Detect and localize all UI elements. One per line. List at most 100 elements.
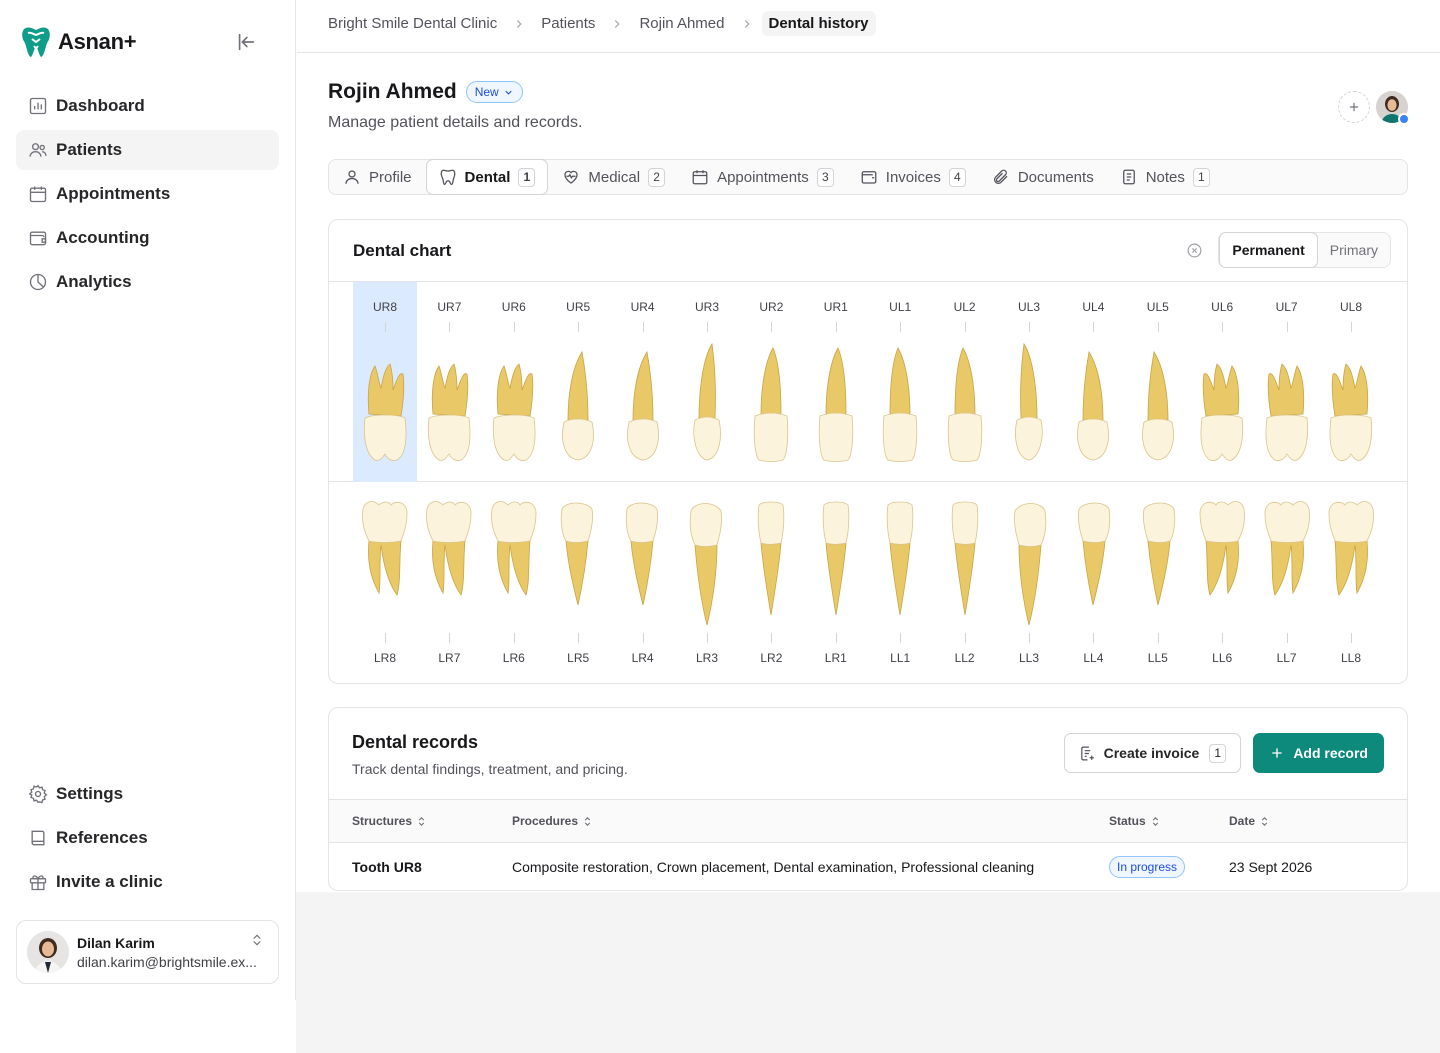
tooth-lr5[interactable]: LR5: [546, 483, 610, 683]
tab-profile[interactable]: Profile: [331, 160, 424, 194]
wallet-icon: [861, 171, 877, 184]
tooth-root: [632, 350, 653, 421]
column-procedures[interactable]: Procedures: [512, 814, 593, 828]
tooth-ll3[interactable]: LL3: [997, 483, 1061, 683]
dentition-permanent-button[interactable]: Permanent: [1219, 232, 1318, 268]
tooth-image: [754, 347, 789, 462]
tooth-ur8[interactable]: UR8: [353, 282, 417, 482]
tab-count: 1: [1192, 167, 1210, 187]
nav-item-dashboard[interactable]: Dashboard: [16, 86, 279, 126]
column-structures[interactable]: Structures: [352, 814, 427, 828]
tooth-ll4[interactable]: LL4: [1061, 483, 1125, 683]
tooth-tick: [449, 322, 451, 332]
tooth-lr4[interactable]: LR4: [611, 483, 675, 683]
tooth-ul8[interactable]: UL8: [1319, 282, 1383, 482]
nav-item-analytics[interactable]: Analytics: [16, 262, 279, 302]
tooth-ur7[interactable]: UR7: [417, 282, 481, 482]
breadcrumb-clinic[interactable]: Bright Smile Dental Clinic: [328, 11, 497, 36]
tooth-ul3[interactable]: UL3: [997, 282, 1061, 482]
tooth-lr1[interactable]: LR1: [804, 483, 868, 683]
tooth-image: [886, 501, 914, 616]
nav-item-accounting[interactable]: Accounting: [16, 218, 279, 258]
tooth-crown: [886, 501, 914, 545]
user-email: dilan.karim@brightsmile.ex...: [77, 953, 257, 970]
tooth-ul7[interactable]: UL7: [1255, 282, 1319, 482]
user-menu[interactable]: Dilan Karim dilan.karim@brightsmile.ex..…: [16, 920, 279, 984]
tooth-lr6[interactable]: LR6: [482, 483, 546, 683]
dentition-primary-button[interactable]: Primary: [1318, 232, 1390, 268]
tooth-ll2[interactable]: LL2: [933, 483, 997, 683]
tooth-lr3[interactable]: LR3: [675, 483, 739, 683]
tooth-ll7[interactable]: LL7: [1255, 483, 1319, 683]
tooth-image: [1141, 350, 1174, 461]
column-date[interactable]: Date: [1229, 814, 1270, 828]
tooth-root: [1082, 350, 1104, 421]
tooth-ul6[interactable]: UL6: [1190, 282, 1254, 482]
tooth-ll5[interactable]: LL5: [1126, 483, 1190, 683]
tab-notes[interactable]: Notes 1: [1108, 160, 1222, 194]
tooth-lr2[interactable]: LR2: [739, 483, 803, 683]
nav-item-invite-clinic[interactable]: Invite a clinic: [16, 862, 279, 902]
tooth-ur1[interactable]: UR1: [804, 282, 868, 482]
tooth-ul1[interactable]: UL1: [868, 282, 932, 482]
status-badge[interactable]: New: [465, 81, 523, 103]
tooth-label: LR4: [631, 651, 654, 665]
tooth-ur6[interactable]: UR6: [482, 282, 546, 482]
pie-chart-icon: [29, 273, 47, 291]
tooth-ll1[interactable]: LL1: [868, 483, 932, 683]
assignee-avatar[interactable]: [1376, 91, 1410, 125]
tab-count: 1: [518, 167, 536, 187]
create-invoice-button[interactable]: Create invoice 1: [1063, 733, 1241, 773]
nav-item-settings[interactable]: Settings: [16, 774, 279, 814]
tooth-image: [1078, 502, 1111, 606]
tooth-root: [1334, 540, 1368, 596]
tooth-tick: [1157, 322, 1159, 332]
tab-medical[interactable]: Medical 2: [550, 160, 677, 194]
tooth-lr8[interactable]: LR8: [353, 483, 417, 683]
tab-dental[interactable]: Dental 1: [425, 159, 549, 195]
tooth-lr7[interactable]: LR7: [417, 483, 481, 683]
tooth-label: LL2: [954, 651, 975, 665]
tooth-ul5[interactable]: UL5: [1126, 282, 1190, 482]
tooth-ur4[interactable]: UR4: [611, 282, 675, 482]
tooth-ll6[interactable]: LL6: [1190, 483, 1254, 683]
nav-item-patients[interactable]: Patients: [16, 130, 279, 170]
clear-selection-icon[interactable]: [1186, 242, 1203, 259]
tooth-ur3[interactable]: UR3: [675, 282, 739, 482]
chevron-right-icon: [517, 19, 522, 28]
status-badge-label: New: [474, 85, 499, 99]
tooth-label: LL7: [1276, 651, 1297, 665]
tooth-crown: [1141, 418, 1174, 461]
nav-item-references[interactable]: References: [16, 818, 279, 858]
tooth-ul4[interactable]: UL4: [1061, 282, 1125, 482]
tooth-crown: [1014, 503, 1047, 547]
tooth-crown: [625, 502, 658, 543]
add-record-button[interactable]: Add record: [1253, 733, 1384, 773]
tooth-label: UR6: [501, 300, 526, 314]
breadcrumb-patients[interactable]: Patients: [541, 11, 595, 36]
tooth-ul2[interactable]: UL2: [933, 282, 997, 482]
tooth-image: [490, 501, 537, 596]
tab-documents[interactable]: Documents: [980, 160, 1106, 194]
tooth-image: [947, 347, 982, 462]
tab-invoices[interactable]: Invoices 4: [848, 160, 978, 194]
tab-appointments[interactable]: Appointments 3: [679, 160, 846, 194]
tooth-ur5[interactable]: UR5: [546, 282, 610, 482]
tooth-image: [689, 503, 722, 626]
tooth-ur2[interactable]: UR2: [739, 282, 803, 482]
tooth-image: [951, 501, 978, 616]
tooth-ll8[interactable]: LL8: [1319, 483, 1383, 683]
logo[interactable]: Asnan+: [20, 24, 279, 60]
tooth-label: UR2: [759, 300, 784, 314]
tooth-tick: [642, 322, 644, 332]
tooth-tick: [771, 633, 773, 643]
add-member-button[interactable]: [1338, 91, 1370, 123]
column-status[interactable]: Status: [1109, 814, 1161, 828]
breadcrumb-patient[interactable]: Rojin Ahmed: [639, 11, 724, 36]
nav-item-appointments[interactable]: Appointments: [16, 174, 279, 214]
collapse-sidebar-icon[interactable]: [235, 31, 257, 53]
table-row[interactable]: Tooth UR8 Composite restoration, Crown p…: [329, 843, 1407, 890]
paperclip-icon: [993, 169, 1008, 184]
records-table-header: Structures Procedures Status Date: [329, 799, 1407, 843]
tooth-tick: [835, 633, 837, 643]
